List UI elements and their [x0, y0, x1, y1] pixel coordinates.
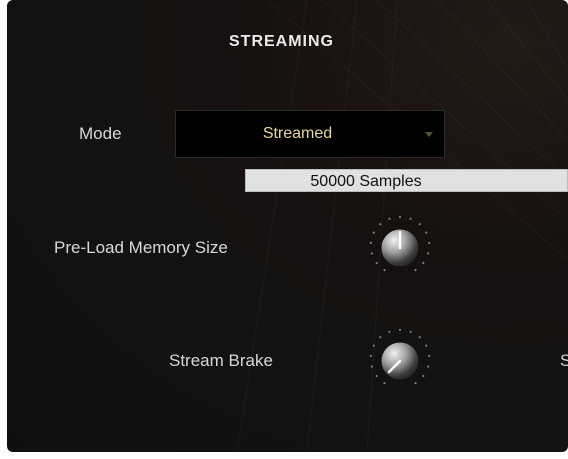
chevron-down-icon — [425, 132, 433, 137]
preload-value-readout: 50000 Samples — [245, 169, 568, 192]
stream-brake-label: Stream Brake — [169, 351, 273, 370]
offscreen-label-fragment: S — [560, 351, 568, 370]
mode-dropdown-value: Streamed — [262, 125, 333, 142]
streaming-panel: STREAMING Mode Streamed 50000 Samples Pr… — [7, 0, 568, 452]
knob-icon — [369, 215, 431, 272]
mode-label: Mode — [79, 124, 122, 143]
stream-brake-knob[interactable] — [365, 326, 435, 396]
preload-value-text: 50000 Samples — [310, 173, 422, 190]
section-title: STREAMING — [229, 33, 334, 50]
preload-memory-size-label: Pre-Load Memory Size — [54, 238, 228, 257]
knob-icon — [369, 328, 431, 385]
background-texture — [236, 0, 568, 452]
mode-dropdown[interactable]: Streamed — [175, 110, 445, 158]
preload-memory-size-knob[interactable] — [365, 213, 435, 283]
